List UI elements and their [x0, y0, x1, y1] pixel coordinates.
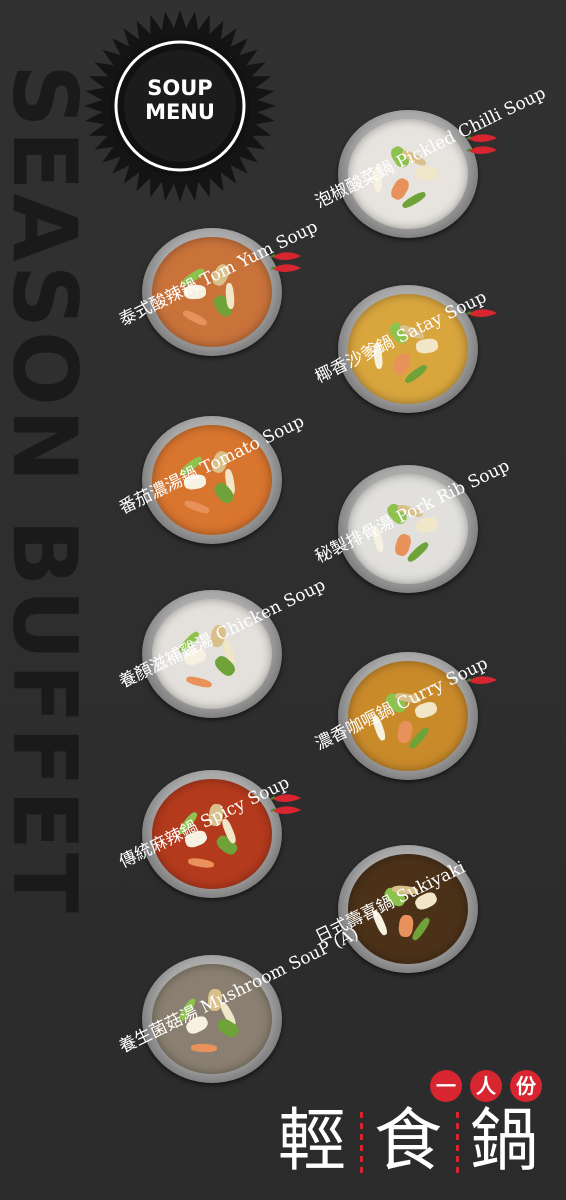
- vertical-title: SEASON BUFFET: [0, 64, 96, 916]
- badge-line-2: MENU: [145, 100, 215, 124]
- ingredient: [214, 1016, 241, 1041]
- chili-pepper-icon: [270, 264, 301, 272]
- soup-item: 泰式酸辣鍋 Tom Yum Soup: [116, 217, 321, 368]
- soup-item: 秘製排骨湯 Pork Rib Soup: [312, 456, 513, 605]
- soup-item: 椰香沙爹鍋 Satay Soup: [312, 285, 497, 425]
- chili-pepper-icon: [270, 806, 301, 814]
- soup-item: 濃香咖喱鍋 Curry Soup: [312, 652, 497, 792]
- ingredient: [183, 499, 211, 516]
- ingredient: [415, 337, 439, 355]
- menu-page: SEASON BUFFET SOUP MENU 泡椒酸菜鍋 Pickled Ch…: [0, 0, 566, 1200]
- ingredient: [416, 166, 438, 180]
- brand-sub-char: 份: [510, 1070, 542, 1102]
- brand-divider: [456, 1112, 459, 1174]
- ingredient: [190, 1043, 217, 1053]
- soup-item: 傳統麻辣鍋 Spicy Soup: [116, 770, 301, 910]
- ingredient: [224, 282, 235, 310]
- brand-sub-char: 人: [470, 1070, 502, 1102]
- chili-pepper-icon: [466, 309, 497, 317]
- soup-item: 泡椒酸菜鍋 Pickled Chilli Soup: [312, 83, 549, 250]
- brand-char: 食: [374, 1102, 443, 1181]
- chili-pepper-icon: [466, 146, 497, 154]
- badge-label: SOUP MENU: [82, 76, 278, 124]
- soup-item: 番茄濃湯鍋 Tomato Soup: [116, 411, 308, 556]
- ingredient: [185, 674, 213, 690]
- badge-line-1: SOUP: [147, 76, 213, 100]
- brand-divider: [360, 1112, 363, 1174]
- soup-item: 養生菌菇湯 Mushroom SouP (A): [116, 924, 362, 1095]
- soup-menu-badge: SOUP MENU: [82, 8, 278, 204]
- brand-sub-char: 一: [430, 1070, 462, 1102]
- soup-item: 日式壽喜鍋 Sukiyaki: [312, 845, 478, 985]
- ingredient: [187, 856, 215, 869]
- brand-char: 鍋: [470, 1102, 539, 1181]
- soup-item: 養顏滋補雞湯 Chicken Soup: [116, 575, 329, 730]
- ingredient: [410, 915, 432, 942]
- ingredient: [181, 308, 209, 328]
- chili-pepper-icon: [466, 676, 497, 684]
- brand-char: 輕: [278, 1102, 347, 1181]
